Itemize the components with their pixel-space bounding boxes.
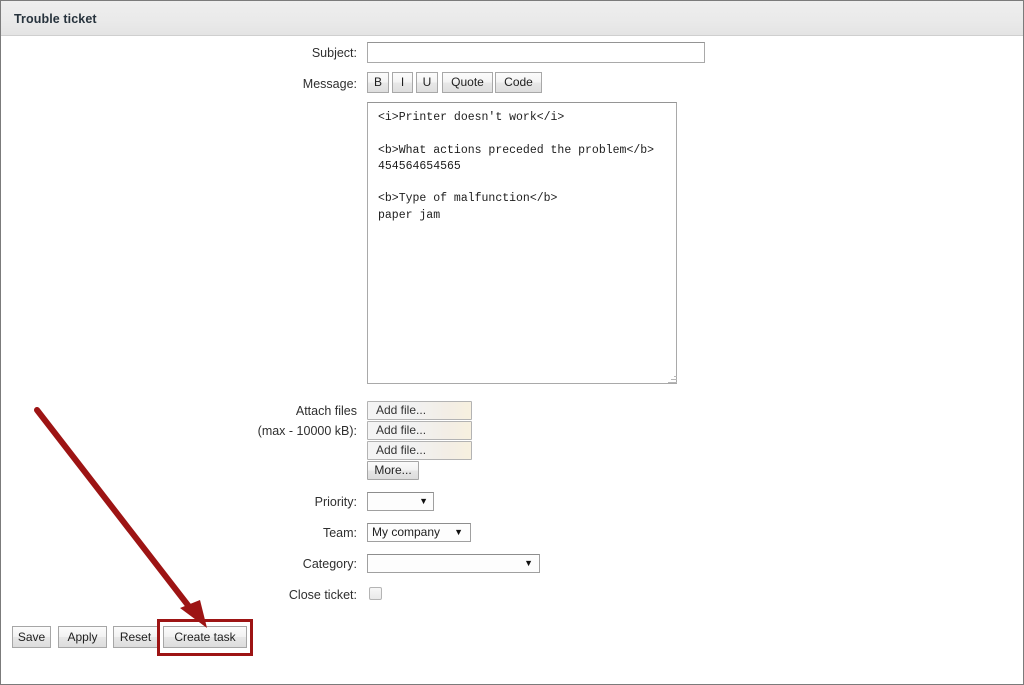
add-file-button-3[interactable]: Add file... bbox=[367, 441, 472, 460]
team-label: Team: bbox=[322, 526, 357, 540]
more-files-button[interactable]: More... bbox=[367, 461, 419, 480]
code-button[interactable]: Code bbox=[495, 72, 542, 93]
team-select-value: My company bbox=[372, 525, 441, 539]
create-task-button[interactable]: Create task bbox=[163, 626, 247, 648]
subject-input[interactable] bbox=[367, 42, 705, 63]
category-label: Category: bbox=[302, 557, 357, 571]
team-select[interactable]: My company ▼ bbox=[367, 523, 471, 542]
chevron-down-icon: ▼ bbox=[524, 558, 533, 568]
quote-button[interactable]: Quote bbox=[442, 72, 493, 93]
trouble-ticket-page: Trouble ticket Subject: Message: B I U Q… bbox=[0, 0, 1024, 685]
priority-select[interactable]: ▼ bbox=[367, 492, 434, 511]
attach-files-label-line1: Attach files bbox=[295, 404, 357, 418]
page-header-bar: Trouble ticket bbox=[1, 0, 1023, 36]
bold-button[interactable]: B bbox=[367, 72, 389, 93]
close-ticket-label: Close ticket: bbox=[288, 588, 357, 602]
italic-button[interactable]: I bbox=[392, 72, 413, 93]
add-file-button-2[interactable]: Add file... bbox=[367, 421, 472, 440]
underline-button[interactable]: U bbox=[416, 72, 438, 93]
reset-button[interactable]: Reset bbox=[113, 626, 158, 648]
save-button[interactable]: Save bbox=[12, 626, 51, 648]
priority-label: Priority: bbox=[314, 495, 357, 509]
chevron-down-icon: ▼ bbox=[419, 496, 428, 506]
message-label: Message: bbox=[302, 77, 357, 91]
message-textarea[interactable]: <i>Printer doesn't work</i> <b>What acti… bbox=[367, 102, 677, 384]
subject-label: Subject: bbox=[311, 46, 357, 60]
page-title: Trouble ticket bbox=[14, 12, 97, 26]
add-file-button-1[interactable]: Add file... bbox=[367, 401, 472, 420]
chevron-down-icon: ▼ bbox=[454, 527, 463, 537]
close-ticket-checkbox[interactable] bbox=[369, 587, 382, 600]
apply-button[interactable]: Apply bbox=[58, 626, 107, 648]
attach-files-label-line2: (max - 10000 kB): bbox=[257, 424, 357, 438]
category-select[interactable]: ▼ bbox=[367, 554, 540, 573]
